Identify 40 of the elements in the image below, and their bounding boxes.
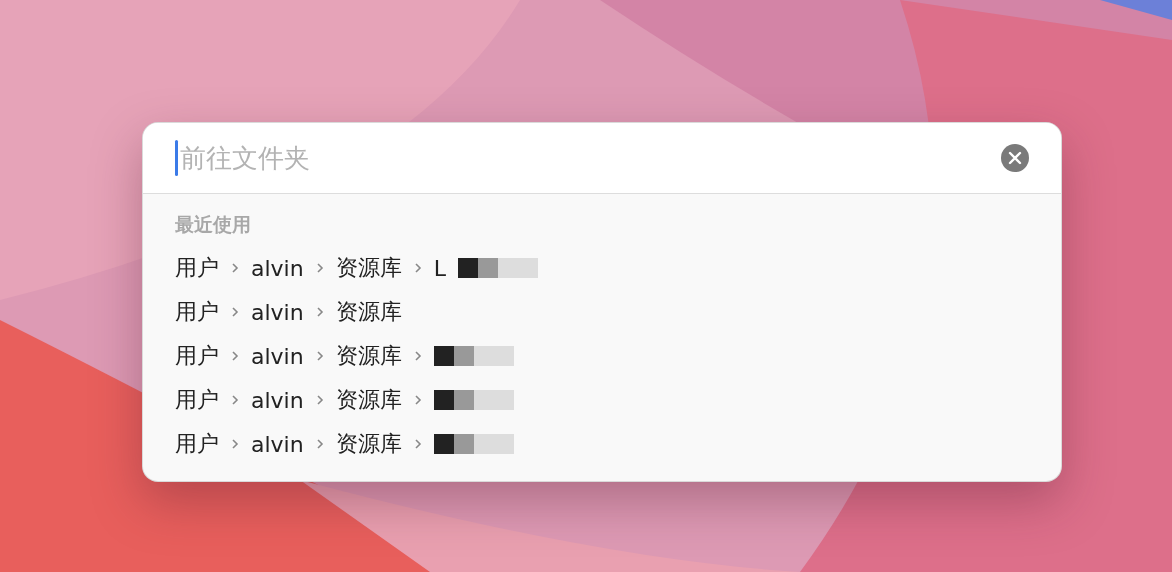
- chevron-icon: [315, 438, 324, 450]
- recent-item[interactable]: 用户 alvin 资源库: [175, 378, 1029, 422]
- chevron-icon: [413, 262, 422, 274]
- path-item[interactable]: 用户: [175, 297, 219, 327]
- path-item[interactable]: 用户: [175, 385, 219, 415]
- path-item[interactable]: 用户: [175, 253, 219, 283]
- chevron-icon: [231, 438, 239, 450]
- chevron-icon: [231, 262, 239, 274]
- chevron-icon: [231, 394, 239, 406]
- path-item[interactable]: 资源库: [335, 385, 402, 415]
- chevron-icon: [231, 350, 239, 362]
- recent-item[interactable]: 用户 alvin 资源库: [175, 290, 1029, 334]
- chevron-icon: [231, 306, 239, 318]
- path-item[interactable]: 资源库: [335, 341, 402, 371]
- recent-item[interactable]: 用户 alvin 资源库: [175, 422, 1029, 466]
- path-item[interactable]: 资源库: [335, 429, 402, 459]
- chevron-icon: [315, 262, 324, 274]
- path-item[interactable]: alvin: [251, 343, 304, 369]
- text-cursor: [175, 140, 178, 176]
- chevron-icon: [413, 394, 422, 406]
- path-item[interactable]: alvin: [251, 387, 304, 413]
- path-item[interactable]: 资源库: [335, 253, 402, 283]
- path-item[interactable]: alvin: [251, 255, 304, 281]
- chevron-icon: [413, 350, 422, 362]
- section-heading: 最近使用: [175, 212, 252, 237]
- chevron-icon: [413, 438, 422, 450]
- path-item[interactable]: alvin: [251, 431, 304, 457]
- chevron-icon: [315, 350, 324, 362]
- recent-item[interactable]: 用户 alvin 资源库: [175, 334, 1029, 378]
- chevron-icon: [315, 394, 324, 406]
- search-field[interactable]: 前往文件夹: [178, 143, 1001, 173]
- search-bar[interactable]: 前往文件夹: [143, 123, 1061, 194]
- recent-item[interactable]: 用户 alvin 资源库 L: [175, 246, 1029, 290]
- path-item[interactable]: 用户: [175, 429, 219, 459]
- path-item[interactable]: 资源库: [335, 297, 402, 327]
- path-item[interactable]: L: [433, 255, 446, 281]
- path-item[interactable]: 用户: [175, 341, 219, 371]
- path-item[interactable]: alvin: [251, 299, 304, 325]
- clear-button[interactable]: [1001, 144, 1029, 172]
- chevron-icon: [315, 306, 324, 318]
